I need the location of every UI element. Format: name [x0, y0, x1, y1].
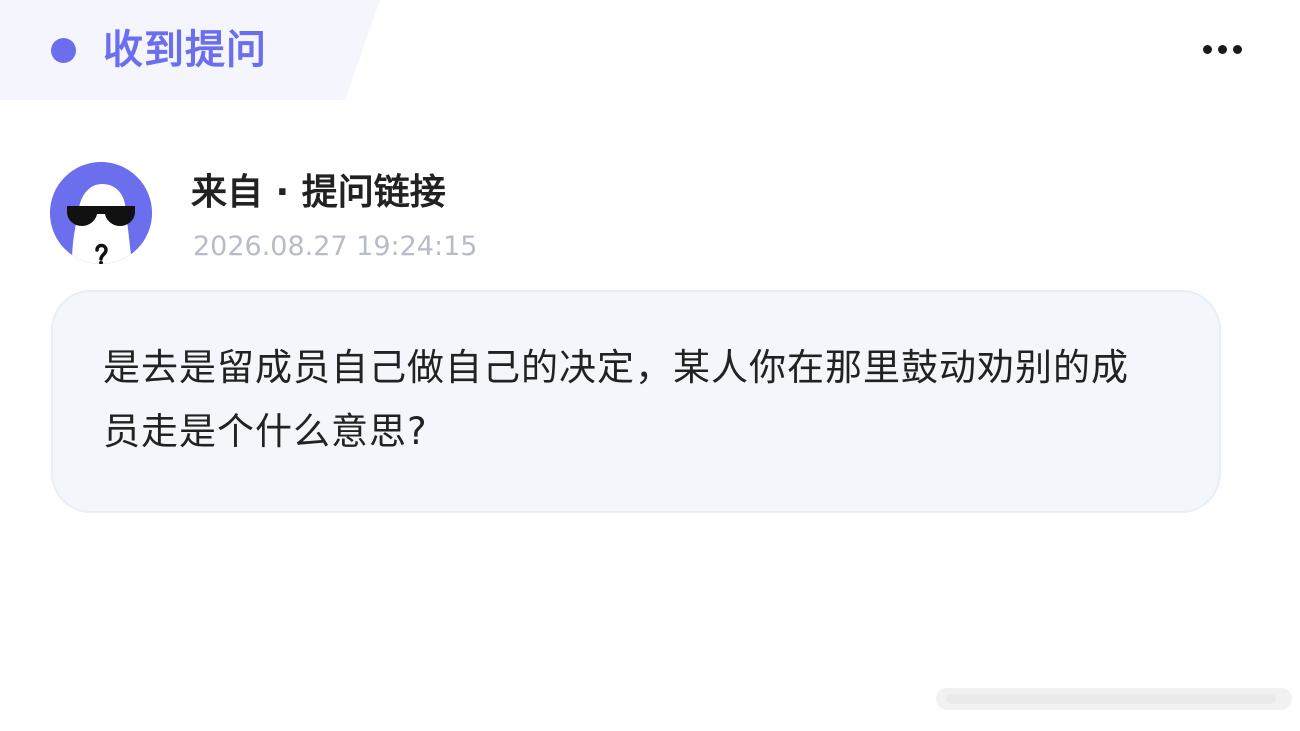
sender-name: 来自 · 提问链接	[191, 172, 446, 213]
message-timestamp: 2026.08.27 19:24:15	[193, 231, 478, 262]
more-horizontal-icon-dot	[1232, 44, 1242, 54]
question-card: 是去是留成员自己做自己的决定，某人你在那里鼓动劝别的成员走是个什么意思?	[51, 290, 1221, 513]
avatar[interactable]	[50, 162, 152, 264]
question-text: 是去是留成员自己做自己的决定，某人你在那里鼓动劝别的成员走是个什么意思?	[103, 346, 1129, 453]
more-options-button[interactable]	[1196, 34, 1248, 64]
more-horizontal-icon	[1202, 44, 1212, 54]
more-horizontal-icon-dot	[1217, 44, 1227, 54]
question-received-page: 收到提问 来自 · 提问链接 2026.08.27 19:24:15 是去是留成…	[0, 0, 1300, 731]
header-tab: 收到提问	[0, 0, 384, 100]
watermark-logo	[936, 680, 1292, 718]
anonymous-sunglasses-icon	[50, 162, 152, 264]
header-dot-icon	[51, 38, 76, 63]
page-title: 收到提问	[103, 27, 267, 73]
